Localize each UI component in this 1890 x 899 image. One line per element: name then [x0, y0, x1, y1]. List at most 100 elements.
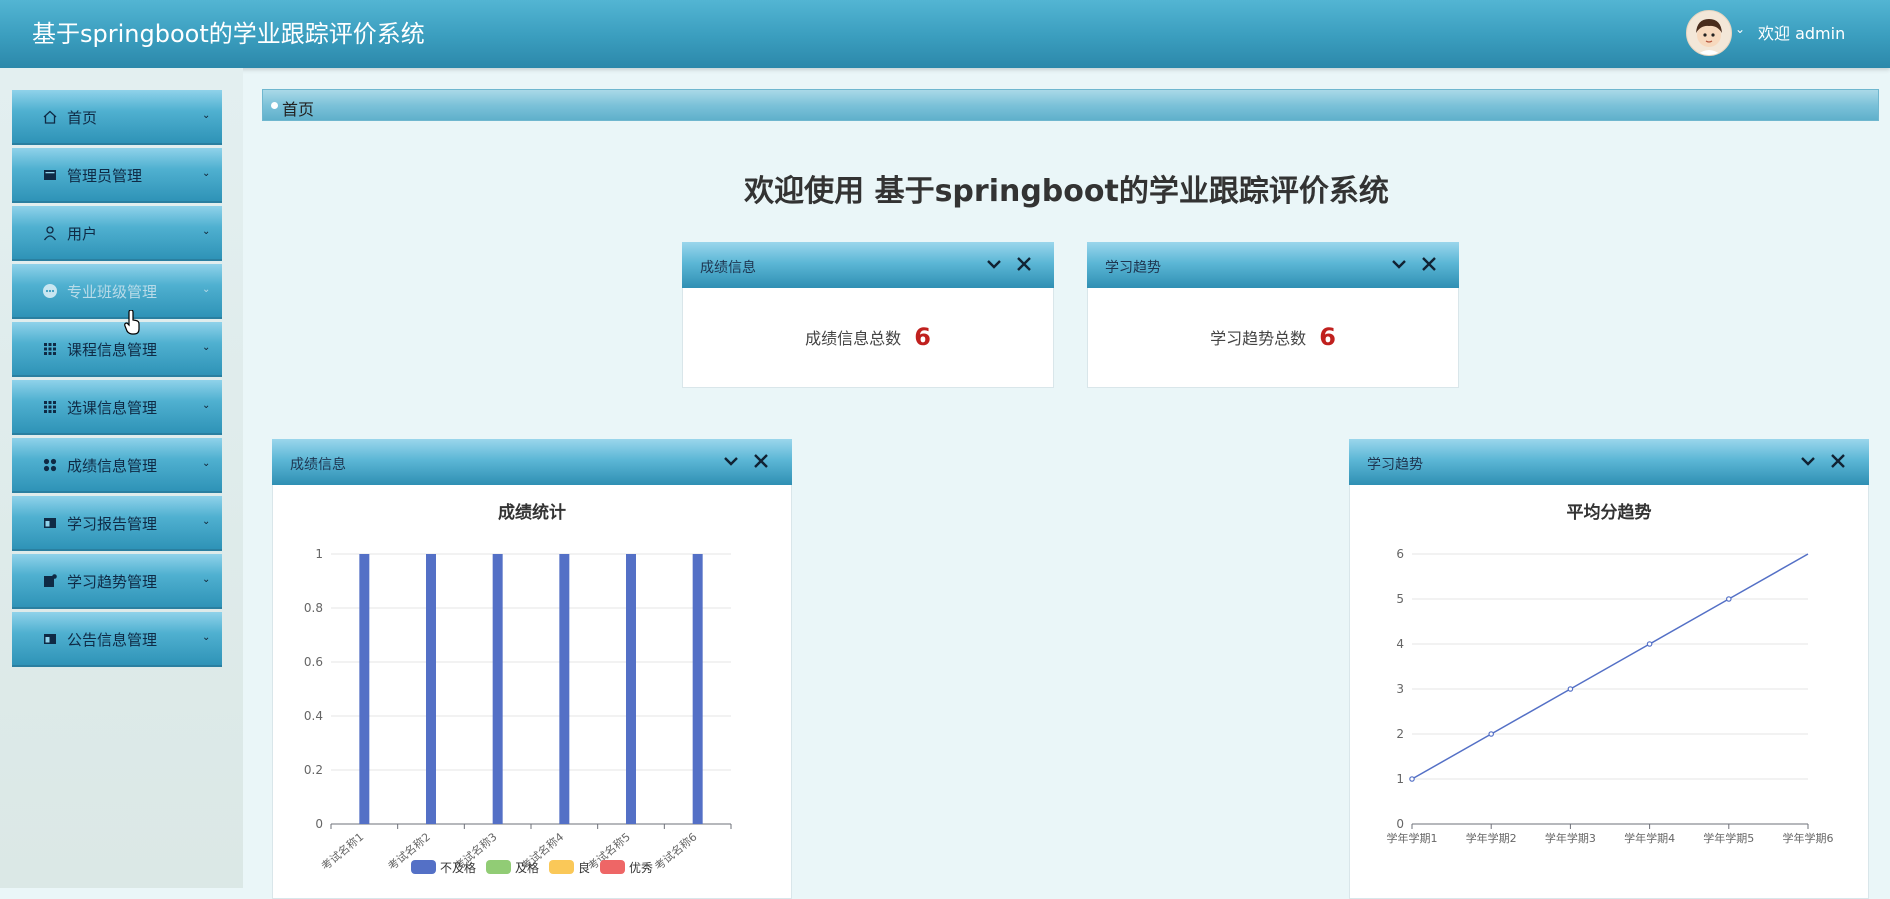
grade-chart-panel: 成绩信息 成绩统计 0 0.2 0.4 0.6 0.8 1 考试名称1 考试名称2 考试名称3 考… [272, 439, 792, 899]
y-tick-label: 4 [1396, 637, 1404, 651]
sidebar-item-home[interactable]: 首页 ⌄ [12, 90, 222, 145]
bar [426, 554, 436, 824]
data-point [1567, 686, 1574, 692]
chevron-down-icon[interactable] [1389, 254, 1409, 274]
legend-swatch [486, 860, 511, 874]
grid-icon [44, 343, 56, 355]
y-tick-label: 3 [1396, 682, 1404, 696]
close-icon[interactable] [1014, 254, 1034, 274]
y-tick-label: 0 [1396, 817, 1404, 831]
breadcrumb-dot-icon [271, 102, 278, 109]
welcome-user-text[interactable]: 欢迎 admin [1758, 20, 1845, 44]
data-point [1725, 596, 1732, 602]
chevron-down-icon: ⌄ [202, 458, 211, 469]
trend-count-panel: 学习趋势 学习趋势总数 6 [1087, 242, 1459, 388]
bar [359, 554, 370, 824]
sidebar-item-label: 学习报告管理 [67, 515, 158, 533]
y-tick-label: 6 [1396, 547, 1404, 561]
panel-title: 成绩信息 [700, 260, 756, 276]
close-icon[interactable] [1828, 451, 1848, 471]
sidebar-item-label: 学习趋势管理 [67, 573, 158, 591]
panel-title: 成绩信息 [290, 457, 346, 473]
four-dots-icon [43, 458, 57, 472]
legend-swatch [411, 860, 436, 874]
sidebar-item-user[interactable]: 用户 ⌄ [12, 206, 222, 261]
chevron-down-icon: ⌄ [202, 632, 211, 643]
user-icon [43, 226, 57, 241]
panel-header: 成绩信息 [682, 242, 1054, 288]
sidebar-item-course[interactable]: 课程信息管理 ⌄ [12, 322, 222, 377]
x-tick-label: 学年学期3 [1545, 831, 1596, 845]
x-tick-label: 学年学期6 [1783, 831, 1834, 845]
hand-cursor-icon [124, 310, 140, 335]
stat-line: 成绩信息总数 6 [683, 323, 1053, 351]
chevron-down-icon: ⌄ [202, 400, 211, 411]
chevron-down-icon: ⌄ [202, 574, 211, 585]
grade-bar-chart: 00.20.40.60.81考试名称1 考试名称2 考试名称3 考试名称4 考试名称5 考… [304, 547, 732, 875]
series-line [1411, 553, 1809, 780]
chevron-down-icon: ⌄ [202, 226, 211, 237]
avatar[interactable] [1686, 10, 1732, 56]
panel-header: 成绩信息 [272, 439, 792, 485]
layout-icon [44, 634, 56, 644]
x-tick-label: 学年学期2 [1466, 831, 1517, 845]
y-tick-label: 1 [1396, 772, 1404, 786]
sidebar-item-course-selection[interactable]: 选课信息管理 ⌄ [12, 380, 222, 435]
close-icon[interactable] [751, 451, 771, 471]
legend-swatch [549, 860, 574, 874]
chevron-down-icon: ⌄ [202, 284, 211, 295]
bar [626, 554, 636, 824]
sidebar-item-major-class[interactable]: 专业班级管理 ⌄ [12, 264, 222, 319]
sidebar-item-notice[interactable]: 公告信息管理 ⌄ [12, 612, 222, 667]
legend-label: 不及格 [440, 860, 476, 875]
sidebar-item-report[interactable]: 学习报告管理 ⌄ [12, 496, 222, 551]
breadcrumb-home-link[interactable]: 首页 [282, 96, 314, 120]
grid-icon [44, 401, 56, 413]
sidebar-item-label: 成绩信息管理 [67, 457, 158, 475]
chevron-down-icon[interactable] [1798, 451, 1818, 471]
panel-header: 学习趋势 [1349, 439, 1869, 485]
trend-line-chart: 0 1 2 3 4 5 6 学年学期1 学年学期2 学年学期3 学年学期4 学年学期5 学年学期6 [1387, 547, 1834, 845]
breadcrumb: 首页 [262, 89, 1879, 121]
data-point [1409, 776, 1415, 782]
y-tick-label: 0 [315, 817, 323, 831]
home-icon [43, 110, 57, 124]
chevron-down-icon: ⌄ [202, 342, 211, 353]
x-tick-label: 学年学期1 [1387, 831, 1438, 845]
bar [692, 554, 703, 824]
y-tick-label: 0.4 [304, 709, 323, 723]
stat-label: 学习趋势总数 [1210, 329, 1307, 348]
grade-count-panel: 成绩信息 成绩信息总数 6 [682, 242, 1054, 388]
legend-label: 及格 [515, 860, 539, 875]
user-menu-chevron-icon[interactable]: ⌄ [1735, 22, 1745, 36]
sidebar-item-trend[interactable]: 学习趋势管理 ⌄ [12, 554, 222, 609]
x-tick-label: 学年学期4 [1624, 831, 1675, 845]
panel-title: 学习趋势 [1367, 457, 1423, 473]
sidebar-item-label: 用户 [67, 225, 98, 243]
x-tick-label: 学年学期5 [1703, 831, 1754, 845]
note-icon [44, 574, 57, 587]
chevron-down-icon: ⌄ [202, 516, 211, 527]
legend-swatch [600, 860, 625, 874]
sidebar-item-label: 选课信息管理 [67, 399, 158, 417]
trend-chart-panel: 学习趋势 平均分趋势 0 1 2 3 4 5 6 学年学期1 学年学期2 学年学期3 学年学期4 学年… [1349, 439, 1869, 899]
legend-label: 优秀 [629, 861, 653, 875]
data-point [1646, 641, 1653, 647]
stat-label: 成绩信息总数 [805, 329, 902, 348]
data-point [1488, 731, 1495, 737]
chevron-down-icon[interactable] [721, 451, 741, 471]
sidebar-item-grade[interactable]: 成绩信息管理 ⌄ [12, 438, 222, 493]
y-tick-label: 2 [1396, 727, 1404, 741]
panel-title: 学习趋势 [1105, 260, 1161, 276]
y-tick-label: 0.6 [304, 655, 323, 669]
avatar-face-icon [1696, 19, 1722, 55]
y-tick-label: 1 [315, 547, 323, 561]
sidebar-item-label: 专业班级管理 [67, 283, 158, 301]
stat-value: 6 [1319, 323, 1336, 351]
close-icon[interactable] [1419, 254, 1439, 274]
sidebar-item-label: 课程信息管理 [67, 341, 158, 359]
chevron-down-icon[interactable] [984, 254, 1004, 274]
panel-header: 学习趋势 [1087, 242, 1459, 288]
bar [559, 554, 570, 824]
y-tick-label: 0.8 [304, 601, 323, 615]
